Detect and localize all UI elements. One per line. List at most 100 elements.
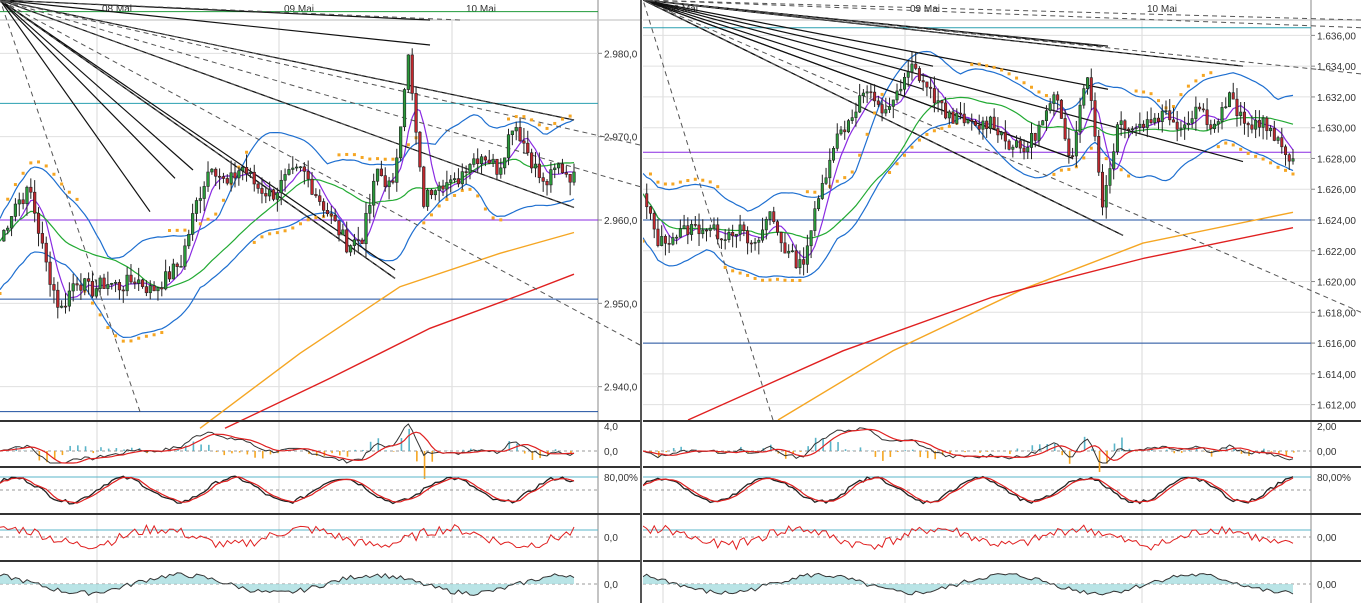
candle-body [1240, 112, 1242, 116]
sar-dot [1105, 157, 1108, 160]
candle-body [384, 176, 387, 187]
macd-bar [516, 444, 518, 451]
date-label: 10 Mai [1147, 4, 1177, 15]
candle-body [315, 194, 318, 195]
candle-body [465, 172, 468, 173]
date-label: 09 Mai [910, 4, 940, 15]
price-tick-label: 1.632,00 [1317, 93, 1356, 104]
price-tick-label: 1.612,00 [1317, 401, 1356, 412]
sar-dot [1000, 69, 1003, 72]
candle-body [303, 167, 306, 172]
sar-dot [1023, 81, 1026, 84]
sar-dot [970, 63, 973, 66]
candle-body [180, 266, 183, 267]
sar-dot [553, 122, 556, 125]
candle-body [754, 242, 756, 243]
candle-body [862, 93, 864, 96]
price-tick-label: 2.980,0 [604, 49, 638, 60]
candle-body [107, 284, 110, 288]
candle-body [207, 172, 210, 186]
candle-body [141, 280, 144, 287]
candle-body [784, 243, 786, 253]
candle-body [997, 129, 999, 135]
candle-body [993, 117, 995, 129]
sar-dot [888, 171, 891, 174]
macd-bar [1278, 451, 1280, 453]
candle-body [3, 230, 6, 241]
candle-body [426, 190, 429, 206]
sar-dot [664, 182, 667, 185]
candle-body [653, 213, 655, 229]
candle-body [473, 159, 476, 165]
candle-body [164, 272, 167, 289]
candle-body [546, 181, 549, 185]
candle-body [1247, 123, 1249, 124]
candle-body [657, 229, 659, 246]
candle-body [806, 246, 808, 265]
candle-body [664, 236, 666, 243]
chart-right[interactable]: 08 Mai09 Mai10 Mai1.636,001.634,001.632,… [643, 0, 1361, 603]
candle-body [929, 87, 931, 88]
price-tick-label: 1.614,00 [1317, 370, 1356, 381]
sar-dot [1284, 169, 1287, 172]
sar-dot [445, 198, 448, 201]
macd-bar [845, 449, 847, 451]
macd-bar [216, 451, 218, 452]
candle-body [145, 287, 148, 293]
sar-dot [1127, 174, 1130, 177]
momentum-tick-label: 0,00 [1317, 580, 1337, 591]
candle-body [1169, 111, 1171, 120]
candle-body [419, 132, 422, 167]
macd-bar [223, 451, 225, 455]
sar-dot [168, 229, 171, 232]
candle-body [153, 286, 156, 291]
macd-bar [822, 439, 824, 451]
candle-body [1120, 121, 1122, 125]
macd-bar [401, 438, 403, 451]
price-tick-label: 2.940,0 [604, 383, 638, 394]
candle-body [690, 224, 692, 234]
macd-bar [200, 444, 202, 451]
macd-bar [524, 451, 526, 454]
candle-body [1079, 105, 1081, 132]
candle-body [817, 199, 819, 209]
candle-body [1266, 118, 1268, 131]
sar-dot [222, 199, 225, 202]
candle-body [103, 278, 106, 289]
candle-body [1015, 141, 1017, 147]
sar-dot [361, 156, 364, 159]
macd-bar [1114, 444, 1116, 451]
candle-body [187, 234, 190, 246]
sar-dot [384, 158, 387, 161]
macd-bar [362, 450, 364, 451]
candle-body [1236, 99, 1238, 116]
candle-body [265, 193, 268, 196]
candle-body [844, 130, 846, 132]
candle-body [1254, 120, 1256, 129]
candle-body [660, 236, 662, 245]
sar-dot [1194, 79, 1197, 82]
candle-body [253, 172, 256, 184]
chart-pane-right[interactable]: 08 Mai09 Mai10 Mai1.636,001.634,001.632,… [643, 0, 1361, 603]
sar-dot [314, 216, 317, 219]
chart-left[interactable]: 08 Mai09 Mai10 Mai2.980,02.970,02.960,02… [0, 0, 640, 603]
candle-body [1213, 124, 1215, 129]
sar-dot [376, 157, 379, 160]
candle-body [1225, 107, 1227, 108]
candle-body [985, 121, 987, 129]
macd-bar [987, 451, 989, 452]
candle-body [974, 121, 976, 125]
macd-tick-label: 0,0 [604, 447, 618, 458]
candle-body [1053, 95, 1055, 104]
candle-body [765, 219, 767, 230]
sar-dot [129, 339, 132, 342]
candle-body [87, 279, 90, 282]
pane-background [0, 0, 640, 603]
sar-dot [45, 164, 48, 167]
sar-dot [1179, 93, 1182, 96]
candle-body [720, 239, 722, 240]
candle-body [791, 251, 793, 252]
candle-body [1127, 129, 1129, 130]
chart-pane-left[interactable]: 08 Mai09 Mai10 Mai2.980,02.970,02.960,02… [0, 0, 642, 603]
sar-dot [507, 118, 510, 121]
